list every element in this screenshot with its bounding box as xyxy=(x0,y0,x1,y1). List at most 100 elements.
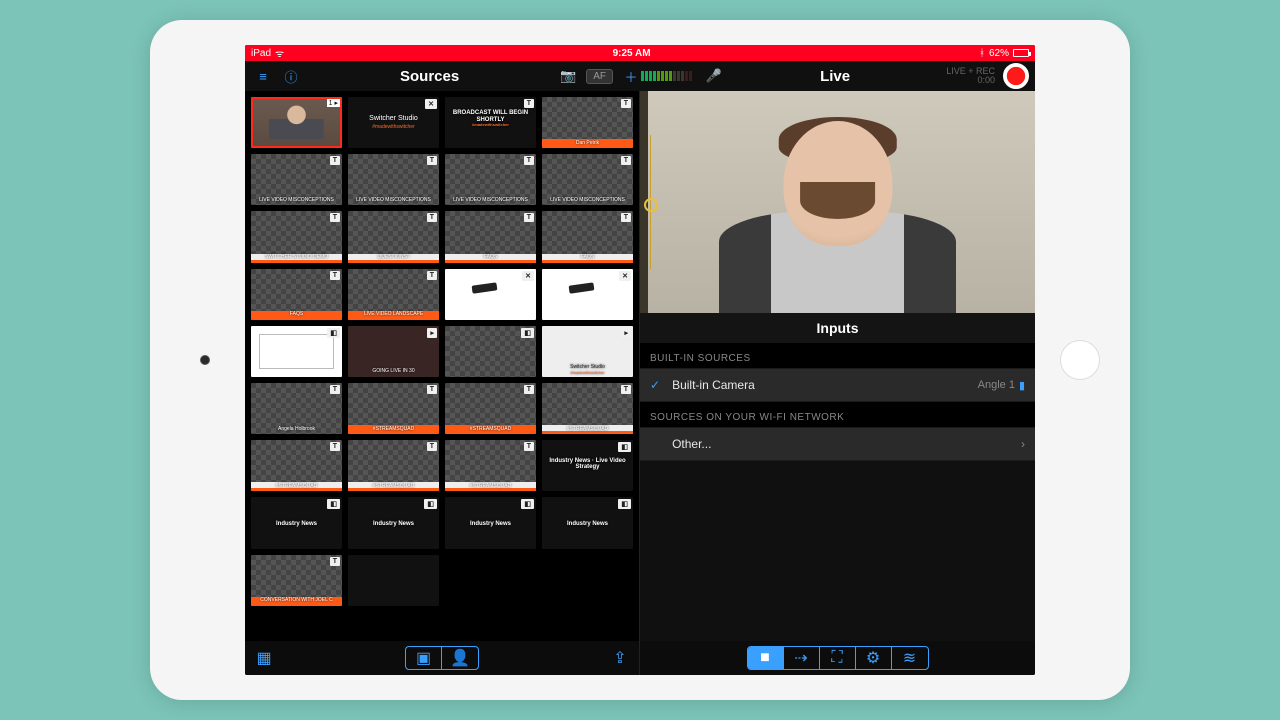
source-thumb[interactable]: ◧Industry News · Live Video Strategy xyxy=(542,440,633,491)
source-thumb[interactable]: ◧Industry News xyxy=(542,497,633,548)
pip-layout-button[interactable]: ▣ xyxy=(406,647,442,669)
camera-tab[interactable]: ■ xyxy=(748,647,784,669)
thumb-caption: #STREAMSQUAD xyxy=(544,427,631,433)
source-thumb[interactable]: T#STREAMSQUAD xyxy=(348,440,439,491)
thumb-badge: T xyxy=(524,156,534,165)
chevron-right-icon: › xyxy=(1021,437,1025,451)
thumb-caption: #STREAMSQUAD xyxy=(253,484,340,490)
builtin-camera-row[interactable]: ✓ Built-in Camera Angle 1 ▮ xyxy=(640,368,1035,402)
clock: 9:25 AM xyxy=(284,48,979,59)
source-thumb[interactable]: ◧ xyxy=(251,326,342,377)
source-thumb[interactable]: TBROADCAST WILL BEGIN SHORTLY#madewithsw… xyxy=(445,97,536,148)
source-thumb[interactable]: TFAQS xyxy=(542,211,633,262)
thumb-badge: T xyxy=(427,213,437,222)
source-thumb[interactable]: ✕Switcher Studio#madewithswitcher xyxy=(348,97,439,148)
live-preview[interactable] xyxy=(640,91,1035,313)
source-thumb[interactable]: ▸Switcher Studio#madewithswitcher xyxy=(542,326,633,377)
thumb-caption: LIVE VIDEO LANDSCAPE xyxy=(350,312,437,318)
live-panel: Inputs BUILT-IN SOURCES ✓ Built-in Camer… xyxy=(640,91,1035,675)
thumb-caption: FAQS xyxy=(447,255,534,261)
source-thumb[interactable]: T #STREAMSQUAD xyxy=(542,383,633,434)
ipad-front-camera xyxy=(200,355,210,365)
thumb-caption: QUESTIONS? xyxy=(350,255,437,261)
layout-segment: ▣ 👤 xyxy=(405,646,479,670)
thumb-badge: ▸ xyxy=(621,328,631,338)
thumb-badge: T xyxy=(427,271,437,280)
source-thumb[interactable]: TLIVE VIDEO MISCONCEPTIONS xyxy=(542,154,633,205)
source-thumb[interactable]: T#STREAMSQUAD xyxy=(445,383,536,434)
source-thumb[interactable]: T FAQS xyxy=(445,211,536,262)
source-thumb[interactable]: T QUESTIONS? xyxy=(348,211,439,262)
source-thumb[interactable]: T #STREAMSQUAD xyxy=(251,440,342,491)
thumb-caption: #STREAMSQUAD xyxy=(447,427,534,433)
source-thumb[interactable]: T CONVERSATION WITH JOEL C xyxy=(251,555,342,606)
output-tab[interactable]: ⇢ xyxy=(784,647,820,669)
preview-person xyxy=(719,109,956,313)
source-thumb[interactable]: TLIVE VIDEO MISCONCEPTIONS xyxy=(445,154,536,205)
thumb-badge: ◧ xyxy=(521,499,534,509)
source-thumb[interactable]: 1 ▸ xyxy=(251,97,342,148)
source-thumb[interactable]: TFAQS xyxy=(251,269,342,320)
main-split: 1 ▸✕Switcher Studio#madewithswitcherTBRO… xyxy=(245,91,1035,675)
output-segment: ■ ⇢ ⛶ ⚙ ≋ xyxy=(747,646,929,670)
ipad-home-button[interactable] xyxy=(1060,340,1100,380)
live-title: Live xyxy=(820,68,850,85)
sources-grid: 1 ▸✕Switcher Studio#madewithswitcherTBRO… xyxy=(251,97,633,606)
rec-status: LIVE + REC 0:00 xyxy=(946,67,995,85)
audio-levels xyxy=(641,71,692,81)
share-button[interactable]: ⇪ xyxy=(609,647,631,669)
person-layout-button[interactable]: 👤 xyxy=(442,647,478,669)
thumb-badge: T xyxy=(524,213,534,222)
thumb-badge: ✕ xyxy=(425,99,437,109)
thumb-caption: Industry News xyxy=(253,521,340,528)
source-thumb[interactable]: T LIVE VIDEO MISCONCEPTIONS xyxy=(348,154,439,205)
source-thumb[interactable]: T#STREAMSQUAD xyxy=(348,383,439,434)
source-thumb[interactable]: TSWITCHER STUDIO DEMO xyxy=(251,211,342,262)
thumb-caption: CONVERSATION WITH JOEL C xyxy=(253,598,340,604)
thumb-caption: Industry News xyxy=(350,521,437,528)
source-thumb[interactable]: TDan Petrik xyxy=(542,97,633,148)
sources-title: Sources xyxy=(400,68,459,85)
source-thumb[interactable]: T Angela Holbrook xyxy=(251,383,342,434)
thumb-badge: T xyxy=(330,442,340,451)
zoom-handle[interactable] xyxy=(644,198,658,212)
autofocus-toggle[interactable]: AF xyxy=(586,69,613,84)
add-source-button[interactable]: ＋ xyxy=(621,66,641,86)
fullscreen-tab[interactable]: ⛶ xyxy=(820,647,856,669)
source-thumb[interactable]: T#STREAMSQUAD xyxy=(445,440,536,491)
source-thumb[interactable]: ✕ xyxy=(445,269,536,320)
source-thumb[interactable]: ✕ xyxy=(542,269,633,320)
source-thumb[interactable]: TLIVE VIDEO MISCONCEPTIONS xyxy=(251,154,342,205)
thumb-caption: Industry News · Live Video Strategy xyxy=(544,458,631,471)
grid-view-button[interactable]: ▦ xyxy=(253,647,275,669)
thumb-badge: ◧ xyxy=(327,499,340,509)
info-button[interactable]: ⓘ xyxy=(281,66,301,86)
source-thumb[interactable]: T LIVE VIDEO LANDSCAPE xyxy=(348,269,439,320)
thumb-caption: LIVE VIDEO MISCONCEPTIONS xyxy=(253,198,340,204)
record-button[interactable] xyxy=(1003,63,1029,89)
menu-button[interactable]: ≡ xyxy=(253,66,273,86)
thumb-badge: T xyxy=(524,442,534,451)
source-thumb[interactable] xyxy=(348,555,439,606)
thumb-caption: Angela Holbrook xyxy=(253,427,340,433)
source-thumb[interactable]: ◧ Industry News xyxy=(251,497,342,548)
camera-button[interactable]: 📷 xyxy=(558,66,578,86)
audio-tab[interactable]: ≋ xyxy=(892,647,928,669)
thumb-badge: T xyxy=(330,557,340,566)
source-thumb[interactable]: ◧Industry News xyxy=(445,497,536,548)
other-row[interactable]: ✓ Other... › xyxy=(640,427,1035,461)
thumb-caption: LIVE VIDEO MISCONCEPTIONS xyxy=(350,198,437,204)
thumb-badge: T xyxy=(427,156,437,165)
thumb-badge: T xyxy=(330,385,340,394)
mic-toggle[interactable]: 🎤 xyxy=(704,66,724,86)
thumb-badge: T xyxy=(621,385,631,394)
battery-pct: 62% xyxy=(989,48,1009,59)
source-thumb[interactable]: ▸GOING LIVE IN 30 xyxy=(348,326,439,377)
source-thumb[interactable]: ◧ xyxy=(445,326,536,377)
source-thumb[interactable]: ◧Industry News xyxy=(348,497,439,548)
thumb-caption: SWITCHER STUDIO DEMO xyxy=(253,255,340,261)
ipad-frame: iPad ᯤ 9:25 AM ᚼ 62% ≡ ⓘ Sources 📷 AF ＋ xyxy=(150,20,1130,700)
app-screen: iPad ᯤ 9:25 AM ᚼ 62% ≡ ⓘ Sources 📷 AF ＋ xyxy=(245,45,1035,675)
settings-tab[interactable]: ⚙ xyxy=(856,647,892,669)
device-label: iPad xyxy=(251,48,271,59)
